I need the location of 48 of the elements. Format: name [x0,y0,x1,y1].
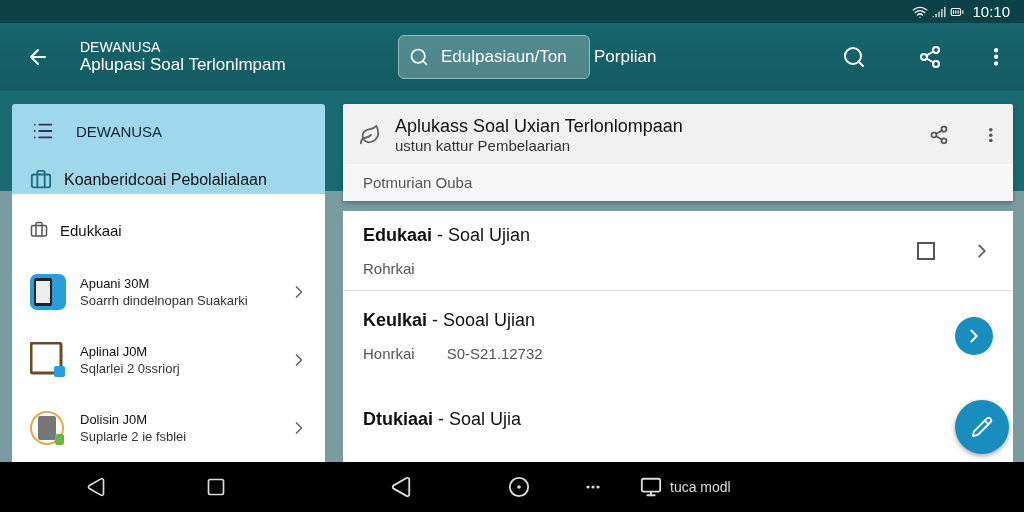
more-button[interactable] [586,485,600,490]
row-title: Dtukiaai - Soal Ujia [363,408,522,430]
screen-mode-button[interactable]: tuca modl [640,476,731,499]
tablet-icon [30,274,66,311]
card-subtitle: ustun kattur Pembelaarian [395,137,572,155]
app-item[interactable]: Aplinal J0M Sqlarlei 2 0ssriorj [12,326,325,395]
signal-icon [932,4,947,19]
row-title: Edukaai - Soal Ujian [363,224,531,246]
card-note: Potmurian Ouba [343,164,1013,202]
search-field[interactable]: Edulpasiaun/Ton [439,46,579,69]
drawer-header: DEWANUSA [76,122,163,140]
section-label: Edukkaai [60,221,122,239]
back-nav-button[interactable] [86,477,106,498]
search-bar[interactable]: Edulpasiaun/Ton [398,35,590,80]
search-icon [841,45,866,70]
app-item[interactable]: Dolisin J0M Suplarle 2 ie fsblei [12,394,325,463]
more-icon [989,127,993,143]
device-icon [30,410,66,447]
share-icon [917,45,942,70]
share-icon [929,125,950,146]
home-nav-button[interactable] [206,477,226,498]
row-title: Keulkai - Sooal Ujian [363,310,536,332]
row-meta: Rohrkai [363,259,415,277]
search-icon [409,47,429,68]
monitor-icon [640,476,662,499]
app-item[interactable]: Apuani 30M Soarrh dindelnopan Suakarki [12,258,325,327]
more-icon [586,485,600,490]
case-icon [30,221,48,240]
clock-time: 10:10 [972,3,1010,20]
square-icon [206,477,226,498]
card-title: Aplukass Soal Uxian Terlonlompaan [395,116,684,138]
row-code: S0-S21.12732 [446,345,543,363]
back-triangle-icon [390,476,412,499]
pencil-icon [971,416,993,439]
more-icon [993,48,998,66]
app-subtitle: DEWANUSA [80,39,162,56]
back-triangle-icon [86,477,106,498]
checkbox[interactable] [917,241,935,260]
leaf-icon [359,124,381,147]
row-meta: Honrkai [363,345,415,363]
app-title: Aplupasi Soal Terlonlmpam [80,55,287,76]
section-label: Koanberidcoai Pebolalialaan [64,171,267,190]
next-button[interactable] [955,317,993,356]
board-icon [30,342,66,379]
back-nav-button[interactable] [390,476,412,499]
search-suffix: Porpiian [594,47,658,68]
list-row[interactable]: Keulkai - Sooal Ujian Honrkai S0-S21.12732 [343,291,1013,382]
list-row[interactable]: Dtukiaai - Soal Ujia [343,381,1013,458]
